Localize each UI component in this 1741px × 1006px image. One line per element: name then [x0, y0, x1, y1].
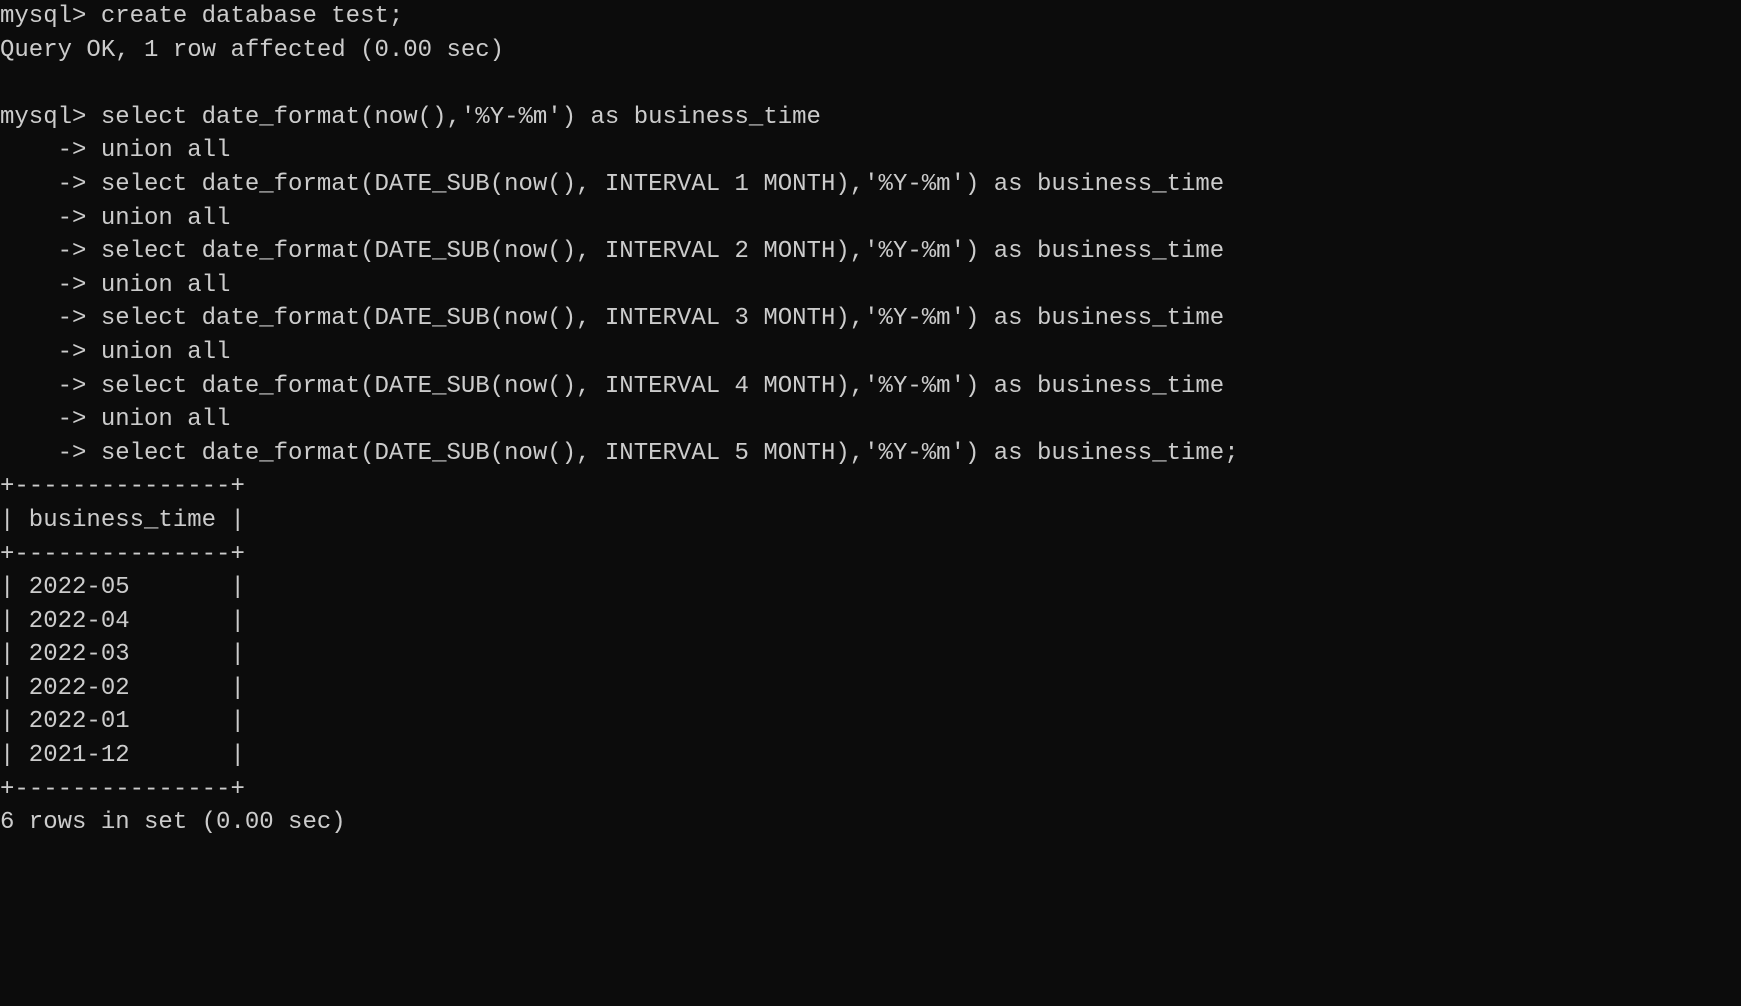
sql-query-line: select date_format(now(),'%Y-%m') as bus…	[86, 104, 821, 131]
table-border: +---------------+	[0, 776, 245, 803]
table-row: | 2022-05 |	[0, 574, 245, 601]
mysql-cont-prompt: ->	[0, 171, 86, 198]
sql-query-line: union all	[86, 406, 230, 433]
sql-command-create: create database test;	[86, 3, 403, 30]
table-border: +---------------+	[0, 541, 245, 568]
mysql-cont-prompt: ->	[0, 440, 86, 467]
sql-query-line: union all	[86, 137, 230, 164]
mysql-prompt: mysql>	[0, 3, 86, 30]
mysql-cont-prompt: ->	[0, 272, 86, 299]
table-header: | business_time |	[0, 507, 245, 534]
table-row: | 2022-04 |	[0, 608, 245, 635]
sql-query-line: union all	[86, 339, 230, 366]
table-row: | 2022-03 |	[0, 641, 245, 668]
mysql-cont-prompt: ->	[0, 238, 86, 265]
mysql-cont-prompt: ->	[0, 137, 86, 164]
mysql-prompt: mysql>	[0, 104, 86, 131]
query-response: Query OK, 1 row affected (0.00 sec)	[0, 37, 504, 64]
mysql-cont-prompt: ->	[0, 406, 86, 433]
mysql-terminal[interactable]: mysql> create database test; Query OK, 1…	[0, 0, 1741, 840]
table-row: | 2022-02 |	[0, 675, 245, 702]
sql-query-line: union all	[86, 272, 230, 299]
sql-query-line: union all	[86, 205, 230, 232]
table-border: +---------------+	[0, 473, 245, 500]
sql-query-line: select date_format(DATE_SUB(now(), INTER…	[86, 305, 1224, 332]
table-row: | 2022-01 |	[0, 708, 245, 735]
mysql-cont-prompt: ->	[0, 305, 86, 332]
mysql-cont-prompt: ->	[0, 339, 86, 366]
result-footer: 6 rows in set (0.00 sec)	[0, 809, 346, 836]
sql-query-line: select date_format(DATE_SUB(now(), INTER…	[86, 238, 1224, 265]
sql-query-line: select date_format(DATE_SUB(now(), INTER…	[86, 440, 1238, 467]
sql-query-line: select date_format(DATE_SUB(now(), INTER…	[86, 171, 1224, 198]
sql-query-line: select date_format(DATE_SUB(now(), INTER…	[86, 373, 1224, 400]
table-row: | 2021-12 |	[0, 742, 245, 769]
mysql-cont-prompt: ->	[0, 205, 86, 232]
mysql-cont-prompt: ->	[0, 373, 86, 400]
